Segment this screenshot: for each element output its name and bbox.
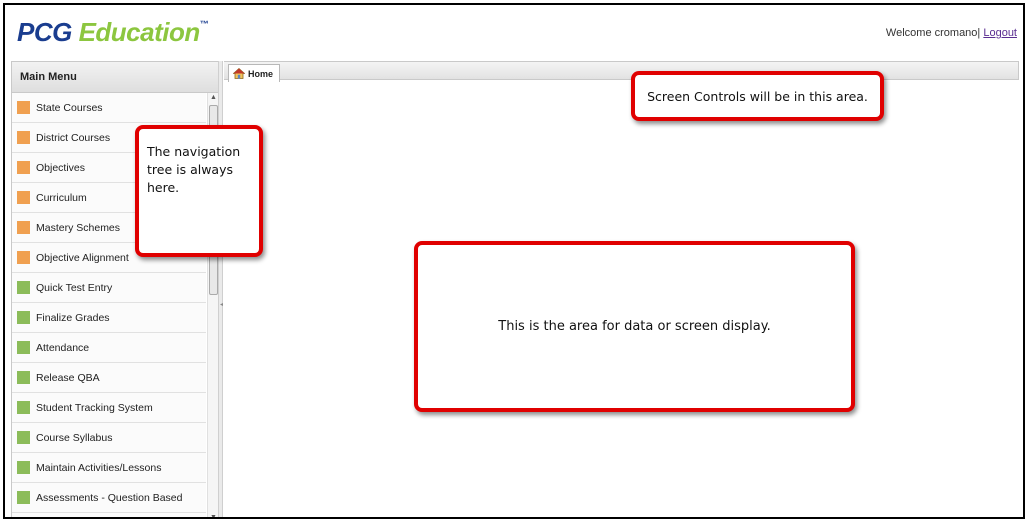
sidebar-item-label: Release QBA — [36, 371, 100, 384]
menu-item-square-icon — [17, 371, 30, 384]
sidebar-item-label: Mastery Schemes — [36, 221, 121, 234]
logo-secondary: Education — [78, 17, 201, 47]
sidebar-item-label: Objectives — [36, 161, 86, 174]
pcg-education-logo: PCG Education™ — [17, 17, 209, 48]
menu-item-square-icon — [17, 311, 30, 324]
sidebar-item-finalize-grades[interactable]: Finalize Grades — [12, 303, 206, 333]
sidebar-item-maintain-activities-lessons[interactable]: Maintain Activities/Lessons — [12, 453, 206, 483]
sidebar-item-course-syllabus[interactable]: Course Syllabus — [12, 423, 206, 453]
sidebar-item-label: Quick Test Entry — [36, 281, 113, 294]
menu-item-square-icon — [17, 281, 30, 294]
menu-item-square-icon — [17, 221, 30, 234]
welcome-text: Welcome cromano| — [885, 27, 981, 39]
logout-link[interactable]: Logout — [983, 27, 1017, 39]
menu-item-square-icon — [17, 101, 30, 114]
sidebar-item-label: Finalize Grades — [36, 311, 110, 324]
sidebar-item-label: Maintain Activities/Lessons — [36, 461, 162, 474]
logo-primary: PCG — [17, 17, 72, 47]
sidebar-item-label: State Courses — [36, 101, 103, 114]
sidebar-item-student-tracking-system[interactable]: Student Tracking System — [12, 393, 206, 423]
sidebar-item-label: Curriculum — [36, 191, 87, 204]
sidebar-item-label: Objective Alignment — [36, 251, 129, 264]
logo-trademark: ™ — [199, 19, 209, 29]
menu-item-square-icon — [17, 401, 30, 414]
sidebar-item-label: Assessments - Question Based — [36, 491, 183, 504]
splitter-handle-icon[interactable]: ◂ — [220, 301, 223, 308]
sidebar-item-quick-test-entry[interactable]: Quick Test Entry — [12, 273, 206, 303]
app-window: PCG Education™ Welcome cromano| Logout M… — [3, 3, 1025, 519]
sidebar-item-label: Attendance — [36, 341, 90, 354]
menu-item-square-icon — [17, 341, 30, 354]
sidebar-item-label: Student Tracking System — [36, 401, 153, 414]
tab-home[interactable]: Home — [228, 64, 281, 82]
home-icon — [233, 68, 245, 79]
sidebar-item-release-qba[interactable]: Release QBA — [12, 363, 206, 393]
app-header: PCG Education™ Welcome cromano| Logout — [5, 5, 1023, 59]
menu-item-square-icon — [17, 191, 30, 204]
sidebar-item-state-courses[interactable]: State Courses — [12, 93, 206, 123]
main-menu-title: Main Menu — [12, 62, 219, 93]
menu-item-square-icon — [17, 491, 30, 504]
welcome-area: Welcome cromano| Logout — [886, 27, 1017, 39]
menu-item-square-icon — [17, 131, 30, 144]
navigation-callout: The navigation tree is always here. — [135, 125, 263, 257]
sidebar-item-maintain-questions[interactable]: Maintain Questions — [12, 513, 206, 517]
tab-home-label: Home — [248, 68, 274, 79]
menu-item-square-icon — [17, 251, 30, 264]
sidebar-item-label: Course Syllabus — [36, 431, 113, 444]
screen-controls-callout: Screen Controls will be in this area. — [631, 71, 884, 121]
sidebar-item-assessments-question-based[interactable]: Assessments - Question Based — [12, 483, 206, 513]
sidebar-item-label: District Courses — [36, 131, 111, 144]
menu-item-square-icon — [17, 161, 30, 174]
data-area-callout: This is the area for data or screen disp… — [414, 241, 855, 412]
menu-item-square-icon — [17, 461, 30, 474]
menu-item-square-icon — [17, 431, 30, 444]
tab-bar: Home — [224, 61, 1019, 82]
sidebar-item-attendance[interactable]: Attendance — [12, 333, 206, 363]
